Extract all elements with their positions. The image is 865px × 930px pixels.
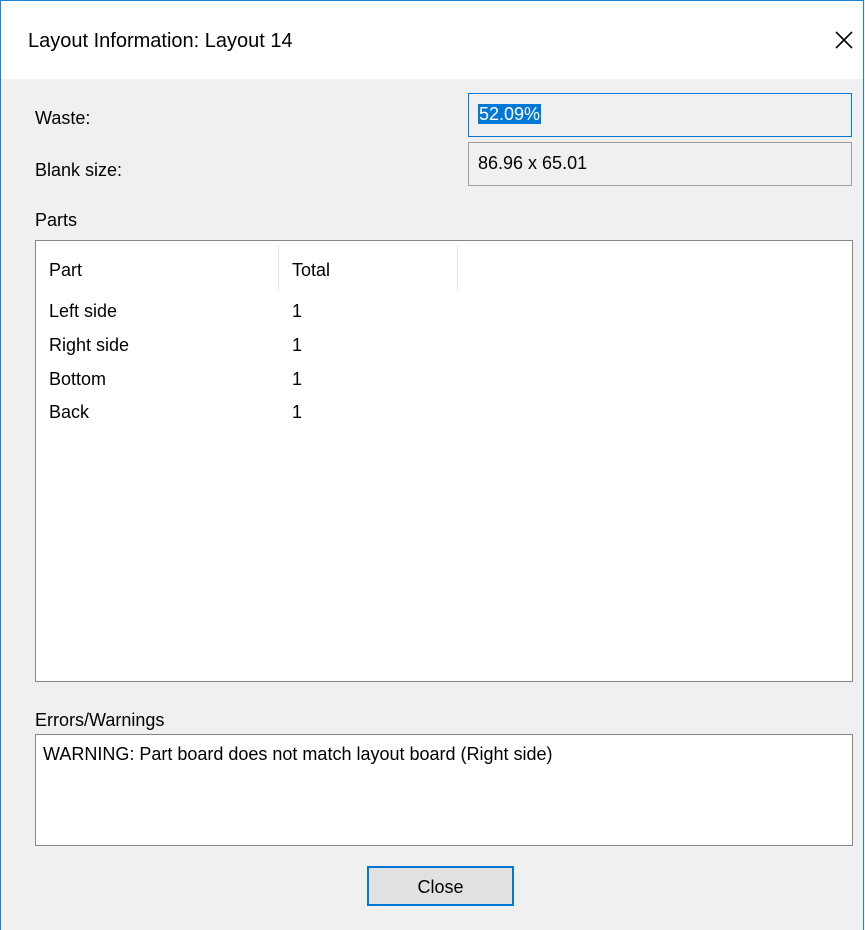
table-row[interactable]: Back 1 xyxy=(36,401,852,434)
part-total-cell: 1 xyxy=(292,369,303,389)
table-row[interactable]: Right side 1 xyxy=(36,334,852,367)
warning-message: WARNING: Part board does not match layou… xyxy=(43,744,553,764)
part-name-cell: Bottom xyxy=(49,369,107,389)
errors-group-label: Errors/Warnings xyxy=(35,710,165,730)
layout-information-dialog: Layout Information: Layout 14 Waste: 52.… xyxy=(0,0,864,930)
close-button[interactable]: Close xyxy=(367,866,514,906)
title-bar: Layout Information: Layout 14 xyxy=(1,1,863,79)
window-title: Layout Information: Layout 14 xyxy=(28,30,293,52)
column-divider[interactable] xyxy=(457,245,458,291)
close-icon[interactable] xyxy=(825,21,863,59)
blank-size-label: Blank size: xyxy=(35,160,123,180)
part-total-cell: 1 xyxy=(292,301,303,321)
close-button-label: Close xyxy=(417,877,464,897)
part-total-cell: 1 xyxy=(292,335,303,355)
column-header-total-label: Total xyxy=(292,260,331,280)
column-header-total[interactable]: Total xyxy=(279,241,457,293)
part-name-cell: Back xyxy=(49,402,90,422)
parts-group-label: Parts xyxy=(35,210,78,230)
errors-warnings-box[interactable]: WARNING: Part board does not match layou… xyxy=(35,734,853,846)
table-row[interactable]: Bottom 1 xyxy=(36,368,852,401)
blank-size-value: 86.96 x 65.01 xyxy=(478,153,588,173)
column-header-part[interactable]: Part xyxy=(36,241,278,293)
table-row[interactable]: Left side 1 xyxy=(36,300,852,333)
column-header-part-label: Part xyxy=(49,260,83,280)
part-total-cell: 1 xyxy=(292,402,303,422)
parts-list[interactable]: Part Total Left side 1 Right side 1 Bott… xyxy=(35,240,853,682)
waste-field[interactable]: 52.09% xyxy=(468,93,852,137)
blank-size-field[interactable]: 86.96 x 65.01 xyxy=(468,142,852,186)
part-name-cell: Left side xyxy=(49,301,118,321)
close-icon-glyph xyxy=(835,31,853,49)
waste-value: 52.09% xyxy=(478,104,542,124)
part-name-cell: Right side xyxy=(49,335,130,355)
waste-label: Waste: xyxy=(35,108,91,128)
